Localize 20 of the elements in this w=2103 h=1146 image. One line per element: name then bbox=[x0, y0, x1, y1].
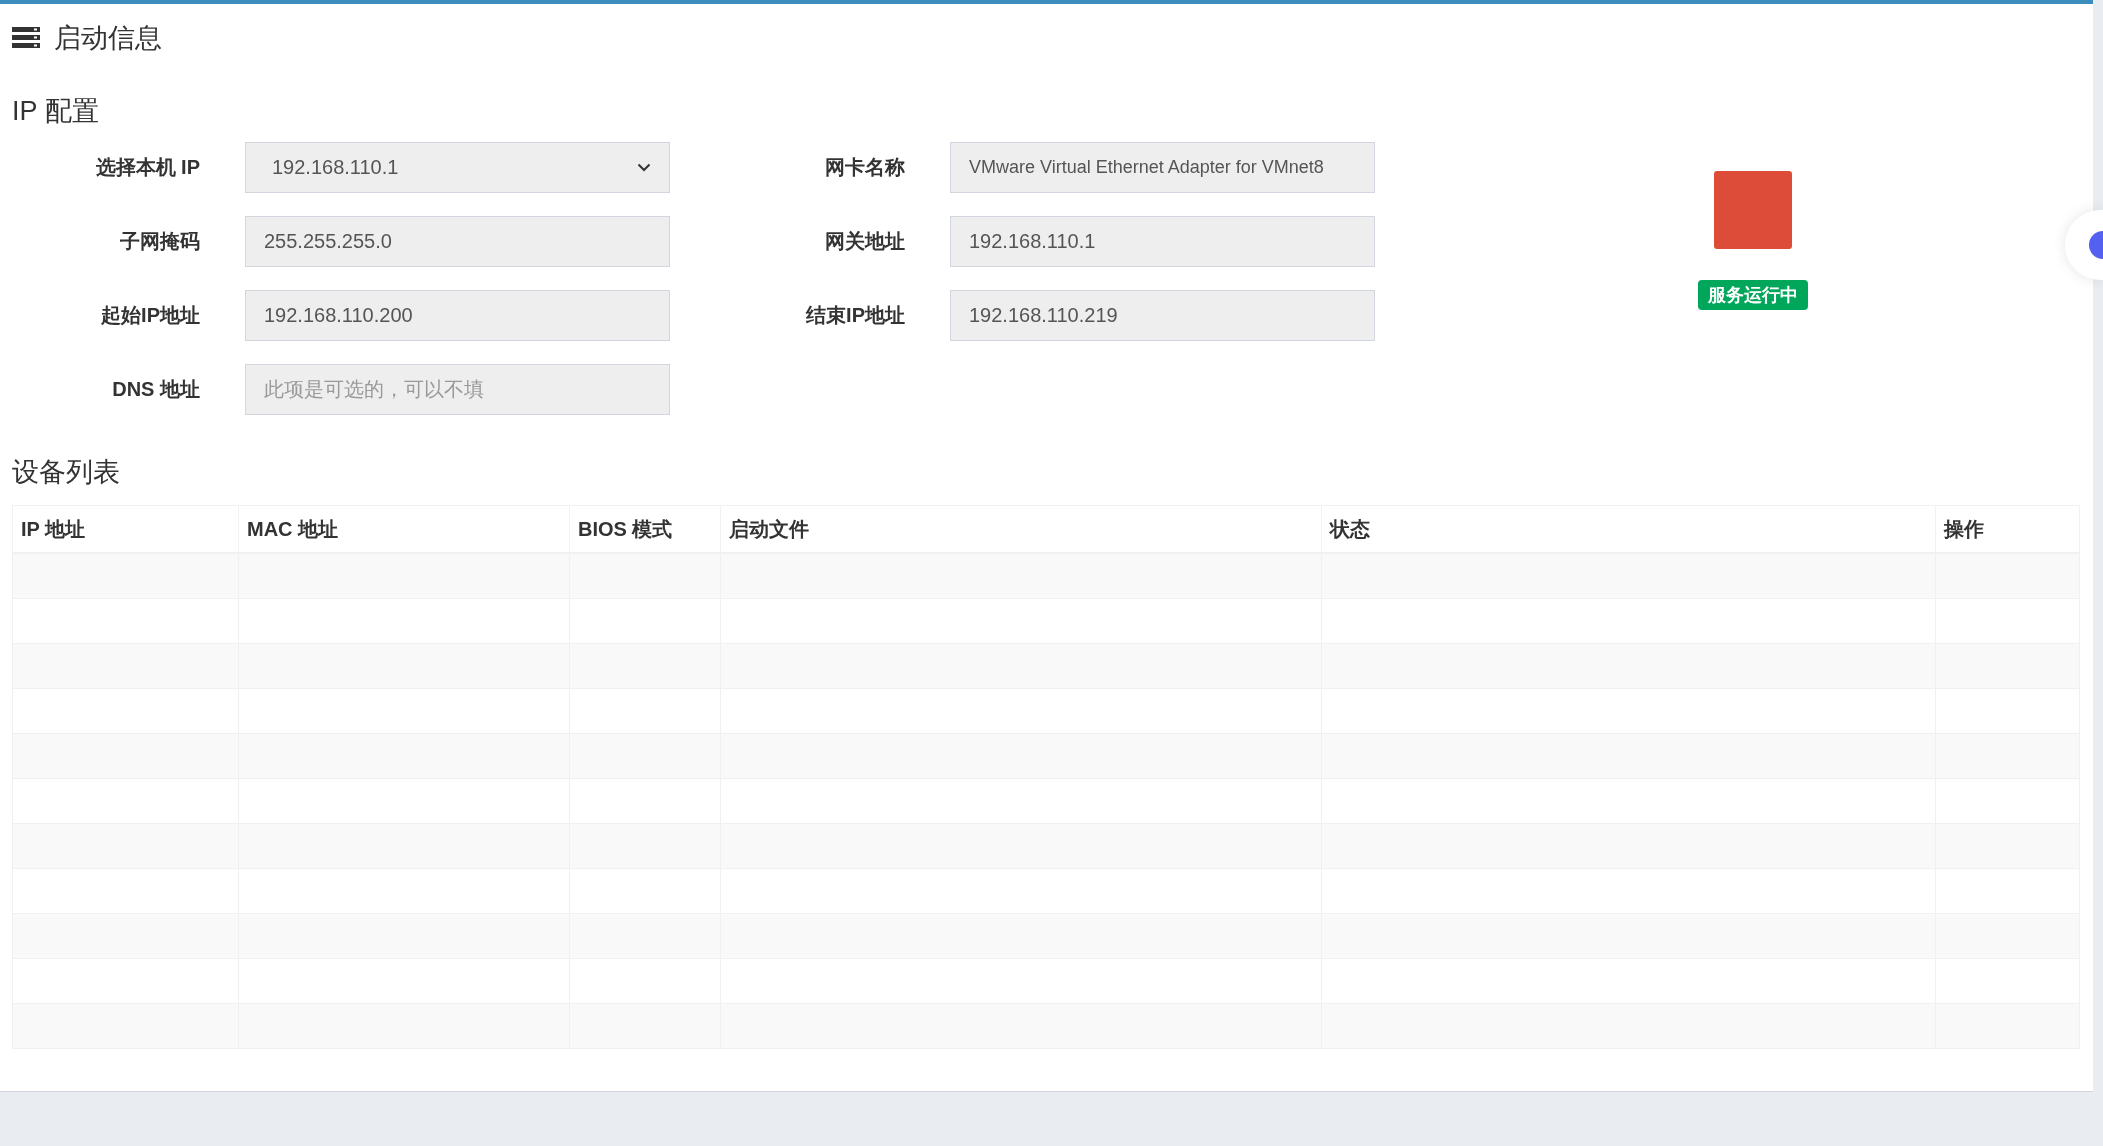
ip-dropdown[interactable]: 192.168.110.1 bbox=[245, 142, 670, 193]
server-icon bbox=[12, 27, 40, 49]
input-field[interactable]: 此项是可选的，可以不填 bbox=[245, 364, 670, 415]
chevron-down-icon bbox=[637, 163, 651, 172]
field-label: 网卡名称 bbox=[824, 155, 905, 180]
input-field[interactable]: 192.168.110.200 bbox=[245, 290, 670, 341]
section-title: IP 配置 bbox=[11, 95, 100, 128]
field-label: 结束IP地址 bbox=[804, 303, 905, 328]
field-label: 起始IP地址 bbox=[100, 303, 200, 328]
field-label: 选择本机 IP bbox=[94, 155, 200, 180]
input-field[interactable]: VMware Virtual Ethernet Adapter for VMnet8 bbox=[950, 142, 1375, 193]
input-field[interactable]: 255.255.255.0 bbox=[245, 216, 670, 267]
status-badge: 服务运行中 bbox=[1698, 280, 1808, 310]
input-field[interactable]: 192.168.110.219 bbox=[950, 290, 1375, 341]
field-label: 网关地址 bbox=[824, 229, 905, 254]
field-label: 子网掩码 bbox=[119, 229, 200, 254]
section-title: 设备列表 bbox=[11, 456, 121, 489]
panel-title: 启动信息 bbox=[54, 22, 162, 55]
field-label: DNS 地址 bbox=[111, 377, 200, 402]
input-field[interactable]: 192.168.110.1 bbox=[950, 216, 1375, 267]
